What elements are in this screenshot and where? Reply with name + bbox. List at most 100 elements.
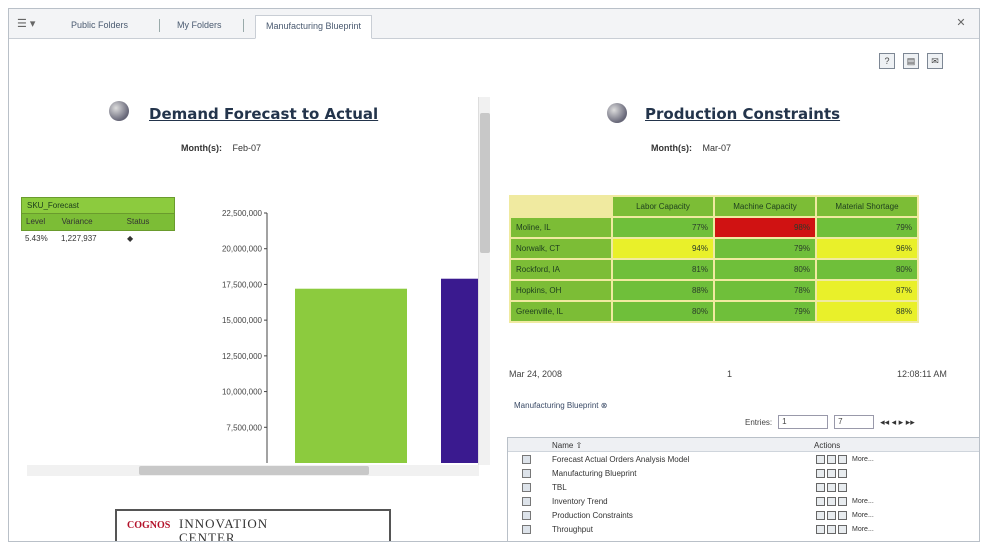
y-tick-label: 10,000,000 xyxy=(222,388,263,397)
sku-cell-status: ◆ xyxy=(127,234,134,243)
portal-menu-icon[interactable]: ☰ ▾ xyxy=(17,17,47,33)
properties-icon[interactable] xyxy=(827,525,836,534)
print-icon[interactable]: ▤ xyxy=(903,53,919,69)
bar-forecast[interactable] xyxy=(295,288,407,463)
list-col-actions: Actions xyxy=(814,441,841,450)
tab-public-folders[interactable]: Public Folders xyxy=(61,15,138,39)
schedule-icon[interactable] xyxy=(838,525,847,534)
pager-to-input[interactable]: 7 xyxy=(834,415,875,429)
scroll-thumb[interactable] xyxy=(139,466,369,475)
pager-from-input[interactable]: 1 xyxy=(778,415,829,429)
list-item[interactable]: Forecast Actual Orders Analysis Model Mor… xyxy=(508,454,979,465)
schedule-icon[interactable] xyxy=(838,497,847,506)
list-item[interactable]: Manufacturing Blueprint xyxy=(508,468,979,479)
list-item[interactable]: Inventory Trend More... xyxy=(508,496,979,507)
close-icon[interactable]: ✕ xyxy=(953,16,969,32)
help-icon[interactable]: ? xyxy=(879,53,895,69)
sku-forecast-table: SKU_Forecast Level Variance Status 5.43%… xyxy=(21,197,175,246)
y-tick-label: 7,500,000 xyxy=(226,423,262,432)
properties-icon[interactable] xyxy=(827,455,836,464)
grid-cell: 80% xyxy=(817,260,917,279)
sku-col-variance: Variance xyxy=(61,217,93,226)
tab-separator xyxy=(243,19,244,32)
more-link[interactable]: More... xyxy=(852,498,874,505)
list-item[interactable]: Production Constraints More... xyxy=(508,510,979,521)
pager-label: Entries: xyxy=(745,417,773,427)
tab-separator xyxy=(159,19,160,32)
constraints-grid: Labor Capacity Machine Capacity Material… xyxy=(509,195,919,323)
schedule-icon[interactable] xyxy=(838,511,847,520)
demand-bar-chart: 22,500,000 20,000,000 17,500,000 15,000,000… xyxy=(222,209,481,463)
more-link[interactable]: More... xyxy=(852,512,874,519)
scroll-thumb[interactable] xyxy=(480,113,490,253)
export-icon[interactable]: ✉ xyxy=(927,53,943,69)
grid-col-labor: Labor Capacity xyxy=(613,197,713,216)
grid-row: Hopkins, OH 88% 78% 87% xyxy=(511,281,917,300)
chart-horizontal-scrollbar[interactable] xyxy=(27,465,479,476)
schedule-icon[interactable] xyxy=(838,455,847,464)
sku-col-level: Level xyxy=(26,217,46,226)
list-col-name[interactable]: Name ⇧ xyxy=(552,441,582,450)
globe-icon xyxy=(109,101,129,121)
tab-manufacturing-blueprint[interactable]: Manufacturing Blueprint xyxy=(255,15,373,39)
grid-cell: 81% xyxy=(613,260,713,279)
demand-forecast-title: Demand Forecast to Actual xyxy=(149,105,379,123)
grid-cell: 98% xyxy=(715,218,815,237)
list-item-name[interactable]: Inventory Trend xyxy=(552,497,608,506)
grid-row: Greenville, IL 80% 79% 88% xyxy=(511,302,917,321)
more-link[interactable]: More... xyxy=(852,526,874,533)
grid-cell: 88% xyxy=(817,302,917,321)
folder-breadcrumb[interactable]: Manufacturing Blueprint ⊗ xyxy=(514,401,607,410)
more-link[interactable]: More... xyxy=(852,456,874,463)
pager-nav-icon[interactable]: ◂◂ ◂ ▸ ▸▸ xyxy=(880,417,915,428)
pager: Entries: 1 7 ◂◂ ◂ ▸ ▸▸ xyxy=(745,415,915,429)
grid-row-label: Moline, IL xyxy=(511,218,611,237)
grid-header-row: Labor Capacity Machine Capacity Material… xyxy=(511,197,917,216)
grid-cell: 78% xyxy=(715,281,815,300)
grid-cell: 94% xyxy=(613,239,713,258)
run-icon[interactable] xyxy=(816,525,825,534)
list-item-actions xyxy=(816,469,852,478)
months-label: Month(s): xyxy=(181,143,222,153)
list-item-name[interactable]: Forecast Actual Orders Analysis Model xyxy=(552,455,689,464)
bar-actual[interactable] xyxy=(441,278,481,463)
report-icon xyxy=(522,483,531,492)
chart-vertical-scrollbar[interactable] xyxy=(478,97,490,465)
list-item[interactable]: TBL xyxy=(508,482,979,493)
grid-row: Norwalk, CT 94% 79% 96% xyxy=(511,239,917,258)
y-tick-label: 22,500,000 xyxy=(222,209,263,218)
report-page: 1 xyxy=(727,369,733,379)
content-list: Name ⇧ Actions Forecast Actual Orders An… xyxy=(507,437,979,541)
list-item[interactable]: Throughput More... xyxy=(508,524,979,535)
list-item-name[interactable]: Throughput xyxy=(552,525,593,534)
logo-brand: COGNOS xyxy=(127,520,171,531)
run-icon[interactable] xyxy=(816,497,825,506)
schedule-icon[interactable] xyxy=(838,469,847,478)
list-item-name[interactable]: Manufacturing Blueprint xyxy=(552,469,637,478)
report-icon xyxy=(522,469,531,478)
properties-icon[interactable] xyxy=(827,497,836,506)
report-icon xyxy=(522,525,531,534)
properties-icon[interactable] xyxy=(827,469,836,478)
innovation-center-logo: COGNOS INNOVATION CENTER xyxy=(115,509,391,541)
grid-cell: 80% xyxy=(715,260,815,279)
list-item-actions xyxy=(816,483,852,492)
run-icon[interactable] xyxy=(816,469,825,478)
report-date: Mar 24, 2008 xyxy=(509,369,563,379)
globe-icon xyxy=(607,103,627,123)
logo-line1: INNOVATION xyxy=(179,516,269,531)
properties-icon[interactable] xyxy=(827,483,836,492)
list-item-name[interactable]: Production Constraints xyxy=(552,511,633,520)
grid-row: Moline, IL 77% 98% 79% xyxy=(511,218,917,237)
right-months: Month(s): Mar-07 xyxy=(651,143,731,153)
properties-icon[interactable] xyxy=(827,511,836,520)
tab-my-folders[interactable]: My Folders xyxy=(167,15,232,39)
run-icon[interactable] xyxy=(816,483,825,492)
dashboard-window: ☰ ▾ Public Folders My Folders Manufactur… xyxy=(8,8,980,542)
list-item-name[interactable]: TBL xyxy=(552,483,567,492)
y-tick-label: 15,000,000 xyxy=(222,316,263,325)
report-time: 12:08:11 AM xyxy=(897,369,947,379)
run-icon[interactable] xyxy=(816,511,825,520)
run-icon[interactable] xyxy=(816,455,825,464)
schedule-icon[interactable] xyxy=(838,483,847,492)
